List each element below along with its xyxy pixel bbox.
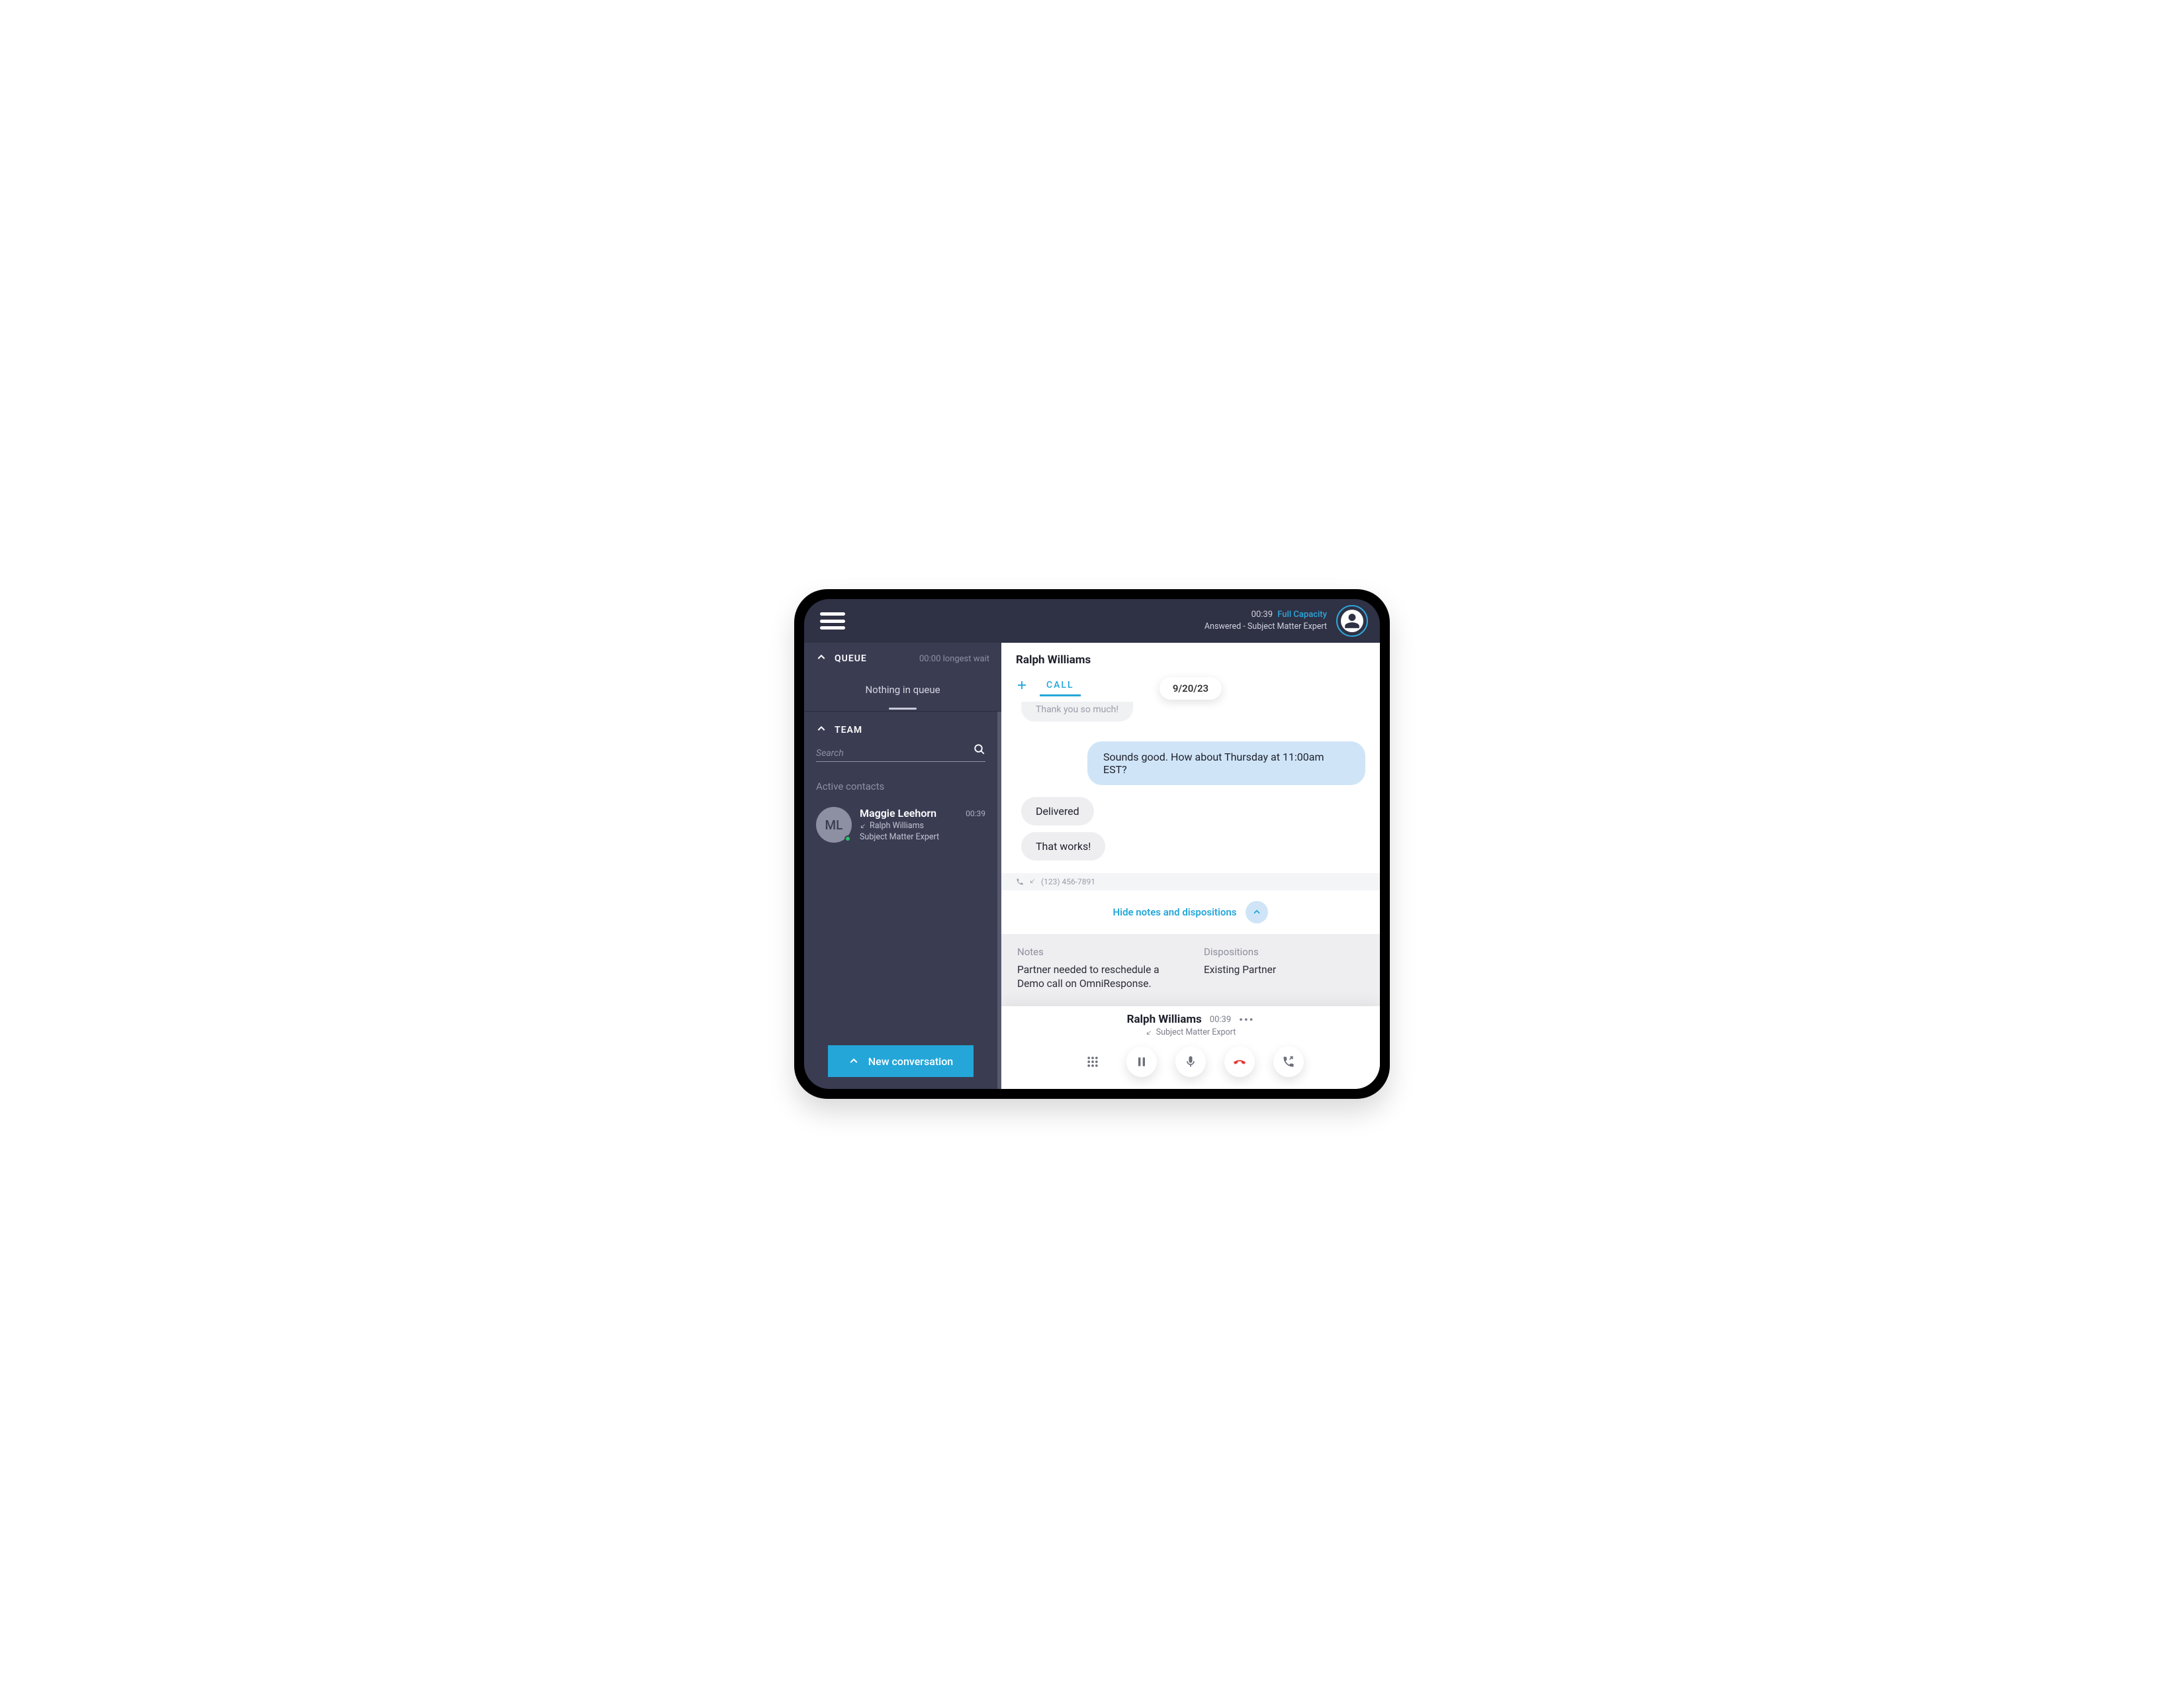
search-icon[interactable] — [974, 743, 985, 758]
search-field[interactable] — [816, 743, 985, 762]
tab-call[interactable]: CALL — [1040, 676, 1081, 696]
hangup-button[interactable] — [1224, 1047, 1255, 1077]
queue-title: QUEUE — [835, 653, 867, 664]
queue-wait-label: 00:00 longest wait — [919, 654, 989, 664]
keypad-button[interactable] — [1077, 1047, 1108, 1077]
pause-icon — [1135, 1055, 1148, 1068]
search-input[interactable] — [816, 748, 968, 759]
device-frame: 00:39 Full Capacity Answered - Subject M… — [794, 589, 1390, 1099]
chevron-up-icon[interactable] — [816, 652, 827, 665]
call-role: Subject Matter Export — [1156, 1027, 1236, 1037]
transfer-call-icon — [1282, 1055, 1295, 1068]
queue-section: QUEUE 00:00 longest wait Nothing in queu… — [804, 643, 1001, 712]
app-screen: 00:39 Full Capacity Answered - Subject M… — [804, 599, 1380, 1089]
chevron-up-icon[interactable] — [816, 724, 827, 737]
call-controls — [1001, 1047, 1380, 1077]
transfer-button[interactable] — [1273, 1047, 1304, 1077]
person-icon — [1343, 612, 1361, 630]
chat-area[interactable]: Thank you so much! Sounds good. How abou… — [1001, 696, 1380, 865]
notes-dispositions-panel: Notes Partner needed to reschedule a Dem… — [1001, 934, 1380, 1006]
dispositions-column: Dispositions Existing Partner — [1204, 946, 1364, 992]
drag-handle[interactable] — [889, 708, 917, 710]
toggle-notes-label: Hide notes and dispositions — [1113, 906, 1237, 918]
plus-icon — [1016, 679, 1028, 691]
message-bubble-incoming: That works! — [1021, 832, 1105, 861]
call-contact-name: Ralph Williams — [1127, 1013, 1202, 1026]
hangup-icon — [1233, 1055, 1246, 1068]
new-conversation-label: New conversation — [868, 1055, 953, 1068]
hold-button[interactable] — [1126, 1047, 1157, 1077]
mute-button[interactable] — [1175, 1047, 1206, 1077]
sidebar: QUEUE 00:00 longest wait Nothing in queu… — [804, 643, 1001, 1089]
queue-empty-text: Nothing in queue — [816, 684, 989, 696]
header-capacity[interactable]: Full Capacity — [1277, 610, 1327, 620]
profile-avatar[interactable] — [1336, 605, 1368, 637]
phone-icon — [1016, 878, 1024, 886]
call-more-button[interactable]: ••• — [1239, 1013, 1254, 1026]
phone-info-strip: (123) 456-7891 — [1001, 873, 1380, 890]
toggle-notes-button[interactable]: Hide notes and dispositions — [1001, 890, 1380, 934]
dispositions-heading: Dispositions — [1204, 946, 1364, 958]
contact-role: Subject Matter Expert — [860, 832, 939, 842]
inbound-arrow-icon — [1029, 878, 1036, 884]
contact-initials: ML — [825, 818, 843, 833]
call-timer: 00:39 — [1210, 1015, 1231, 1025]
chevron-up-icon — [848, 1056, 859, 1066]
add-tab-button[interactable] — [1016, 679, 1028, 694]
phone-number: (123) 456-7891 — [1041, 877, 1095, 886]
keypad-icon — [1086, 1055, 1099, 1068]
contact-card[interactable]: ML Maggie Leehorn 00:39 Ralph Williams — [816, 807, 985, 843]
new-conversation-button[interactable]: New conversation — [828, 1045, 974, 1077]
notes-column: Notes Partner needed to reschedule a Dem… — [1017, 946, 1177, 992]
header-timer: 00:39 — [1251, 610, 1273, 620]
main-panel: Ralph Williams CALL 9/20/23 Thank you so… — [1001, 643, 1380, 1089]
contact-with: Ralph Williams — [870, 821, 924, 831]
notes-heading: Notes — [1017, 946, 1177, 958]
notes-text: Partner needed to reschedule a Demo call… — [1017, 963, 1177, 992]
header-right: 00:39 Full Capacity Answered - Subject M… — [1205, 605, 1368, 637]
presence-indicator-icon — [844, 835, 851, 842]
message-bubble-cutoff: Thank you so much! — [1021, 702, 1133, 722]
contact-timer: 00:39 — [966, 809, 985, 818]
team-section: TEAM Active contacts ML — [804, 712, 1001, 1089]
microphone-icon — [1184, 1055, 1197, 1068]
chevron-up-icon — [1252, 908, 1261, 917]
call-bar: Ralph Williams 00:39 ••• Subject Matter … — [1001, 1006, 1380, 1089]
conversation-title: Ralph Williams — [1016, 653, 1365, 667]
inbound-arrow-icon — [860, 823, 866, 829]
message-bubble-status: Delivered — [1021, 797, 1094, 825]
contact-name: Maggie Leehorn — [860, 807, 936, 820]
header-status: 00:39 Full Capacity Answered - Subject M… — [1205, 609, 1327, 633]
message-bubble-outgoing: Sounds good. How about Thursday at 11:00… — [1087, 741, 1365, 785]
contact-avatar: ML — [816, 807, 852, 843]
hamburger-menu-icon[interactable] — [820, 612, 845, 630]
team-title: TEAM — [835, 725, 862, 735]
dispositions-text: Existing Partner — [1204, 963, 1364, 978]
active-contacts-label: Active contacts — [816, 780, 985, 792]
app-header: 00:39 Full Capacity Answered - Subject M… — [804, 599, 1380, 643]
header-status-line: Answered - Subject Matter Expert — [1205, 621, 1327, 633]
inbound-arrow-icon — [1146, 1029, 1152, 1036]
